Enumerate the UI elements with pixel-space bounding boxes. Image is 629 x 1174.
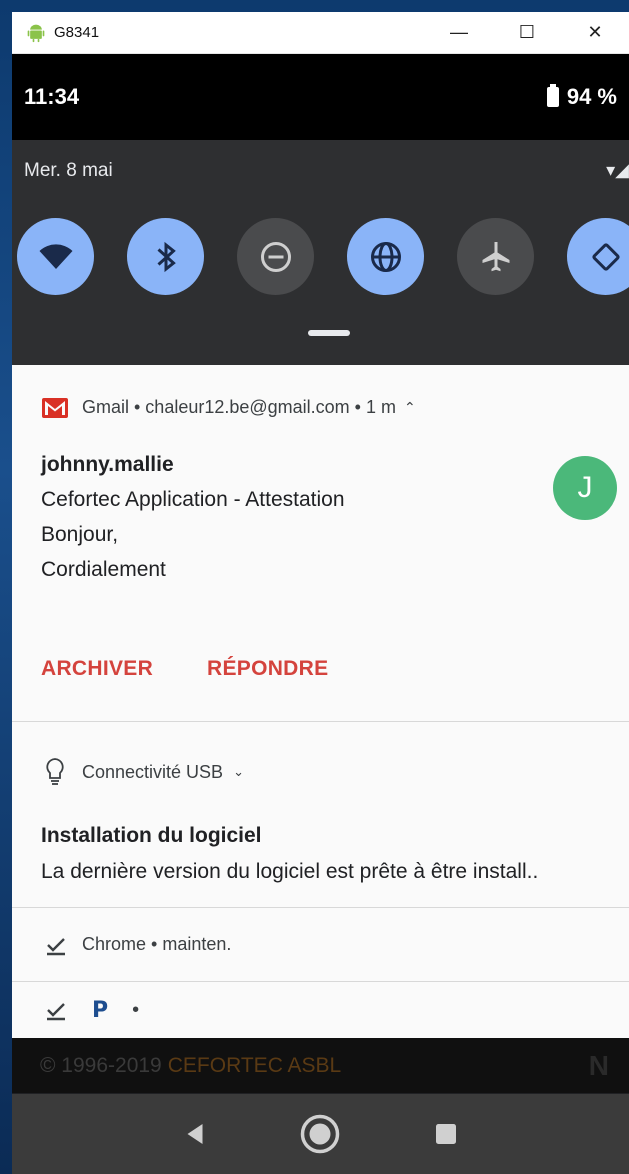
phone-screen: 11:34 94 % Mer. 8 mai ▾◢ Gmail • chaleur…: [12, 54, 629, 1174]
drag-handle[interactable]: [308, 330, 350, 336]
maximize-button[interactable]: ☐: [493, 12, 561, 53]
back-button[interactable]: [170, 1109, 220, 1159]
usb-header-text: Connectivité USB: [82, 761, 224, 782]
collapsed-notifications[interactable]: P •: [12, 982, 629, 1038]
battery-level: 94 %: [566, 84, 617, 109]
archive-button[interactable]: ARCHIVER: [41, 657, 153, 681]
close-button[interactable]: ✕: [561, 12, 629, 53]
download-done-icon: [47, 937, 65, 955]
do-not-disturb-tile[interactable]: [237, 218, 314, 295]
back-icon: [187, 1124, 203, 1144]
chrome-notification[interactable]: Chrome • mainten.: [12, 908, 629, 982]
signal-icon: ▾◢: [606, 160, 629, 180]
home-button[interactable]: [295, 1109, 345, 1159]
window-titlebar: G8341 — ☐ ✕: [12, 12, 629, 54]
airplane-tile[interactable]: [457, 218, 534, 295]
chevron-down-icon[interactable]: ⌄: [233, 764, 244, 780]
usb-text: La dernière version du logiciel est prêt…: [41, 860, 539, 883]
download-done-icon: [47, 1003, 65, 1021]
recents-button[interactable]: [421, 1109, 471, 1159]
email-line-1: Bonjour,: [41, 523, 119, 546]
background-app-footer: © 1996-2019 CEFORTEC ASBL N: [12, 1038, 629, 1093]
brand-text: CEFORTEC ASBL: [167, 1053, 342, 1077]
gmail-notification[interactable]: Gmail • chaleur12.be@gmail.com • 1 m ⌃ j…: [12, 365, 629, 722]
more-dot: •: [132, 998, 140, 1021]
battery-icon: [546, 84, 559, 107]
bluetooth-icon: [156, 241, 176, 272]
recents-icon: [436, 1124, 457, 1144]
wifi-icon: [39, 243, 72, 269]
usb-notification[interactable]: Connectivité USB ⌄ Installation du logic…: [12, 722, 629, 908]
wifi-tile[interactable]: [17, 218, 94, 295]
window-controls: — ☐ ✕: [425, 12, 629, 53]
notification-list: Gmail • chaleur12.be@gmail.com • 1 m ⌃ j…: [12, 365, 629, 1038]
android-nav-bar: [12, 1094, 629, 1174]
gmail-icon: [42, 397, 68, 418]
home-icon: [301, 1114, 340, 1154]
email-line-2: Cordialement: [41, 558, 166, 581]
footer-logo: N: [588, 1049, 609, 1081]
globe-tile[interactable]: [347, 218, 424, 295]
airplane-icon: [482, 241, 509, 271]
chrome-header-text: Chrome • mainten.: [82, 934, 232, 954]
gmail-header: Gmail • chaleur12.be@gmail.com • 1 m ⌃: [42, 397, 416, 418]
copyright-text: © 1996-2019: [40, 1053, 162, 1077]
battery-indicator: 94 %: [546, 84, 617, 110]
email-subject: Cefortec Application - Attestation: [41, 488, 345, 511]
usb-header: Connectivité USB ⌄: [44, 757, 244, 787]
usb-title: Installation du logiciel: [41, 824, 262, 847]
avatar: J: [553, 456, 617, 520]
email-sender: johnny.mallie: [41, 453, 174, 476]
quick-settings-panel: Mer. 8 mai ▾◢: [12, 140, 629, 365]
window-title: G8341: [54, 24, 100, 41]
reply-button[interactable]: RÉPONDRE: [207, 657, 328, 681]
auto-rotate-icon: [591, 242, 620, 271]
do-not-disturb-icon: [260, 241, 291, 272]
p-app-icon: P: [92, 997, 109, 1023]
globe-icon: [370, 241, 401, 272]
android-icon: [27, 24, 45, 42]
status-bar: 11:34 94 %: [12, 54, 629, 140]
gmail-header-text: Gmail • chaleur12.be@gmail.com • 1 m: [82, 397, 396, 417]
quick-settings-tiles: [17, 218, 629, 295]
lightbulb-icon: [46, 758, 64, 785]
minimize-button[interactable]: —: [425, 12, 493, 53]
window-title-area: G8341: [12, 23, 99, 43]
bluetooth-tile[interactable]: [127, 218, 204, 295]
collapse-caret-icon[interactable]: ⌃: [404, 399, 416, 416]
clock: 11:34: [24, 84, 80, 109]
qs-date: Mer. 8 mai: [24, 160, 113, 181]
auto-rotate-tile[interactable]: [567, 218, 629, 295]
